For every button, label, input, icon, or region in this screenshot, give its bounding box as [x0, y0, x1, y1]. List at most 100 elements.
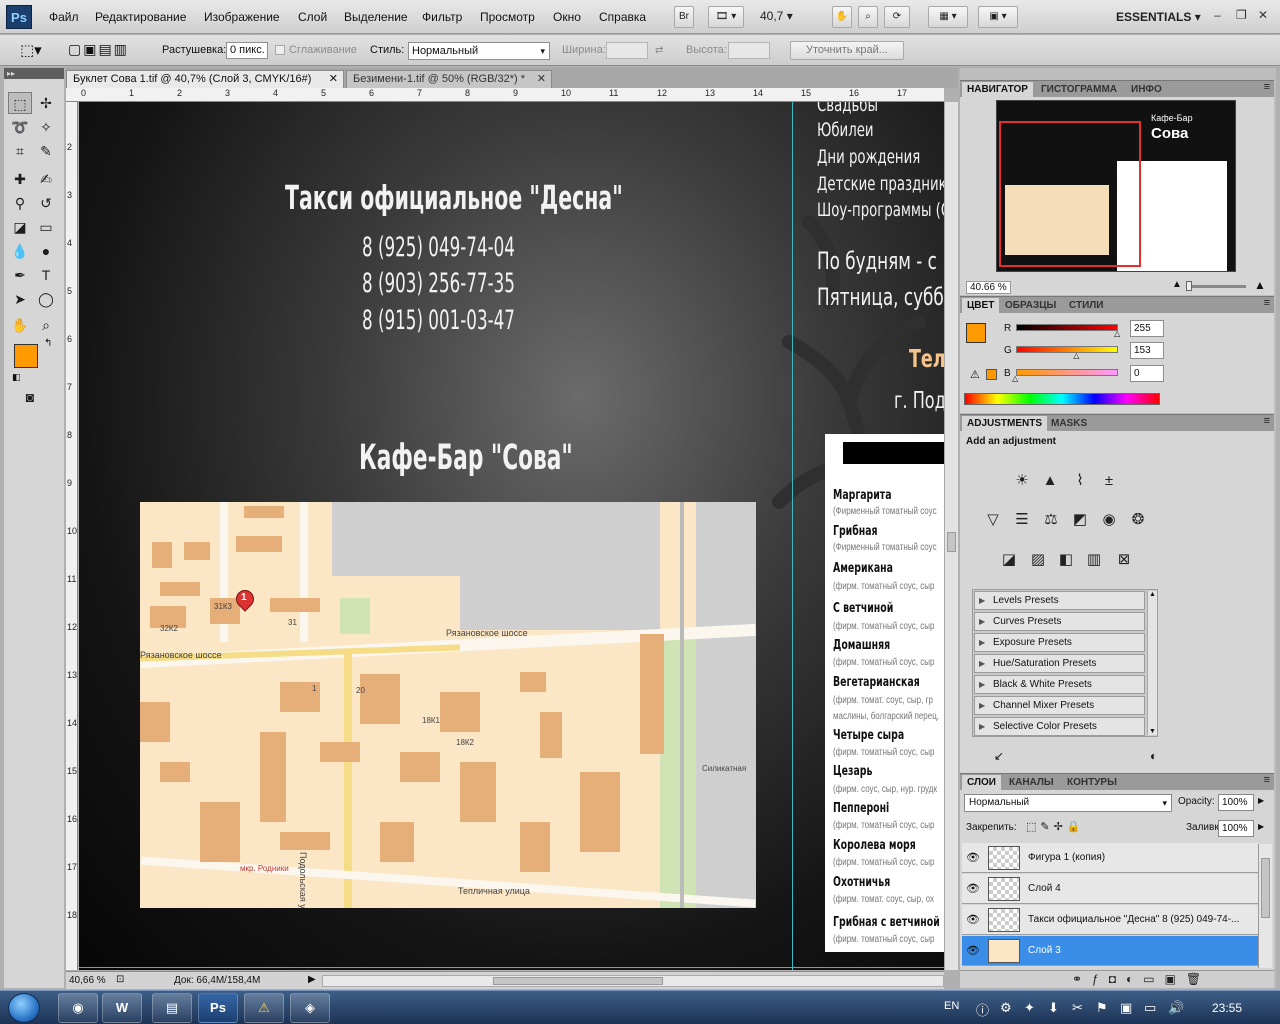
selection-mode-icons[interactable]: ▢▣▤▥: [68, 41, 129, 58]
word-taskbar-icon[interactable]: W: [102, 993, 142, 1023]
exposure-icon[interactable]: ±: [1098, 470, 1120, 492]
green-slider[interactable]: [1016, 346, 1118, 353]
color-foreground-swatch[interactable]: [966, 323, 986, 343]
menu-help[interactable]: Справка: [599, 10, 646, 24]
eye-icon[interactable]: 👁: [966, 944, 980, 957]
workspace-switcher[interactable]: ESSENTIALS ▾: [1116, 10, 1201, 24]
panel-menu-icon[interactable]: ≡: [1264, 774, 1270, 786]
preset-channel-mixer[interactable]: ▶ Channel Mixer Presets: [974, 696, 1145, 715]
preset-levels[interactable]: ▶ Levels Presets: [974, 591, 1145, 610]
preset-black-white[interactable]: ▶ Black & White Presets: [974, 675, 1145, 694]
swap-arrows-icon[interactable]: ⇄: [655, 45, 663, 56]
posterize-icon[interactable]: ▨: [1027, 549, 1049, 571]
windows-start-button[interactable]: [8, 993, 40, 1023]
bridge-button[interactable]: Br: [674, 6, 694, 28]
horizontal-scrollbar[interactable]: [322, 975, 944, 987]
rect-marquee-tool-icon[interactable]: ⬚: [8, 92, 32, 114]
tab-paths[interactable]: КОНТУРЫ: [1062, 775, 1122, 790]
clone-stamp-tool-icon[interactable]: ⚲: [8, 192, 32, 214]
language-indicator[interactable]: EN: [944, 1000, 959, 1012]
tab-color[interactable]: ЦВЕТ: [962, 298, 1000, 313]
photo-filter-icon[interactable]: ◉: [1098, 509, 1120, 531]
dodge-tool-icon[interactable]: ●: [34, 240, 58, 262]
brush-tool-icon[interactable]: ✍: [34, 168, 58, 190]
feather-input[interactable]: 0 пикс.: [226, 42, 268, 59]
vibrance-icon[interactable]: ▽: [982, 509, 1004, 531]
panel-menu-icon[interactable]: ≡: [1264, 81, 1270, 93]
history-brush-tool-icon[interactable]: ↺: [34, 192, 58, 214]
layer-name[interactable]: Фигура 1 (копия): [1028, 852, 1105, 863]
minimize-icon[interactable]: –: [1214, 8, 1221, 22]
download-tray-icon[interactable]: ⬇: [1048, 1000, 1059, 1016]
info-tray-icon[interactable]: ⓘ: [976, 1000, 989, 1019]
screen-tray-icon[interactable]: ▣: [1120, 1000, 1132, 1016]
layers-scrollbar[interactable]: [1258, 844, 1272, 968]
brightness-icon[interactable]: ☀: [1011, 470, 1033, 492]
levels-icon[interactable]: ▲: [1039, 470, 1061, 492]
rotate-view-button[interactable]: ⟳: [884, 6, 910, 28]
eyedropper-tool-icon[interactable]: ✎: [34, 140, 58, 162]
eraser-tool-icon[interactable]: ◪: [8, 216, 32, 238]
menu-select[interactable]: Выделение: [344, 10, 408, 24]
tab-booklet-document[interactable]: Буклет Сова 1.tif @ 40,7% (Слой 3, CMYK/…: [66, 70, 344, 88]
close-icon[interactable]: ✕: [1258, 8, 1268, 22]
blue-slider[interactable]: [1016, 369, 1118, 376]
move-tool-icon[interactable]: ✢: [34, 92, 58, 114]
vertical-scrollbar[interactable]: [944, 102, 958, 970]
tab-masks[interactable]: MASKS: [1046, 416, 1092, 431]
guide-horizontal[interactable]: [79, 967, 944, 968]
zoom-out-icon[interactable]: ▲: [1172, 279, 1182, 290]
lock-icons[interactable]: ⬚✎✢🔒: [1026, 820, 1085, 833]
scrollbar-thumb[interactable]: [1261, 858, 1270, 918]
flag-tray-icon[interactable]: ⚑: [1096, 1000, 1108, 1016]
blue-value[interactable]: 0: [1130, 365, 1164, 382]
style-select[interactable]: Нормальный ▾: [408, 42, 550, 60]
slider-handle[interactable]: △: [1114, 329, 1120, 338]
chrome-taskbar-icon[interactable]: ◉: [58, 993, 98, 1023]
menu-window[interactable]: Окно: [553, 10, 581, 24]
color-spectrum-bar[interactable]: [964, 393, 1160, 405]
monitor-tray-icon[interactable]: ▭: [1144, 1000, 1156, 1016]
tab-untitled-document[interactable]: Безимени-1.tif @ 50% (RGB/32*) * ✕: [346, 70, 552, 88]
tab-adjustments[interactable]: ADJUSTMENTS: [962, 416, 1048, 431]
layer-name[interactable]: Такси официальное "Десна" 8 (925) 049-74…: [1028, 914, 1239, 925]
eye-icon[interactable]: 👁: [966, 851, 980, 864]
marquee-preset-icon[interactable]: ⬚▾: [20, 41, 42, 59]
healing-brush-tool-icon[interactable]: ✚: [8, 168, 32, 190]
fill-arrow-icon[interactable]: ▶: [1258, 822, 1264, 831]
red-value[interactable]: 255: [1130, 320, 1164, 337]
preset-exposure[interactable]: ▶ Exposure Presets: [974, 633, 1145, 652]
layer-actions-icons[interactable]: ⚭ƒ◘◐▭▣🗑: [1072, 972, 1211, 986]
selective-color-icon[interactable]: ⊠: [1113, 549, 1135, 571]
antialias-checkbox[interactable]: [275, 45, 285, 55]
tab-swatches[interactable]: ОБРАЗЦЫ: [1000, 298, 1061, 313]
color-balance-icon[interactable]: ⚖: [1040, 509, 1062, 531]
volume-tray-icon[interactable]: 🔊: [1168, 1000, 1184, 1016]
pen-tool-icon[interactable]: ✒: [8, 264, 32, 286]
scrollbar-thumb[interactable]: [947, 532, 956, 552]
foreground-color-swatch[interactable]: [14, 344, 38, 368]
screen-mode-button[interactable]: ▣ ▾: [978, 6, 1018, 28]
opacity-arrow-icon[interactable]: ▶: [1258, 796, 1264, 805]
quick-mask-icon[interactable]: ◙: [18, 386, 42, 408]
tools-tray-icon[interactable]: ✂: [1072, 1000, 1083, 1016]
arrange-documents-button[interactable]: ▦ ▾: [928, 6, 968, 28]
visibility-toggle-icon[interactable]: ◐: [1150, 749, 1157, 763]
menu-layer[interactable]: Слой: [298, 10, 327, 24]
navigator-view-box[interactable]: [999, 121, 1141, 267]
channel-mixer-icon[interactable]: ❂: [1127, 509, 1149, 531]
zoom-in-icon[interactable]: ▲: [1254, 278, 1266, 292]
default-colors-icon[interactable]: ◧: [12, 372, 21, 383]
eye-icon[interactable]: 👁: [966, 882, 980, 895]
layer-row[interactable]: 👁 Фигура 1 (копия): [962, 843, 1258, 873]
preset-hue-saturation[interactable]: ▶ Hue/Saturation Presets: [974, 654, 1145, 673]
layer-row[interactable]: 👁 Слой 4: [962, 874, 1258, 904]
gamut-color-swatch[interactable]: [986, 369, 997, 380]
preset-selective-color[interactable]: ▶ Selective Color Presets: [974, 717, 1145, 736]
tab-histogram[interactable]: ГИСТОГРАММА: [1036, 82, 1122, 97]
refine-edge-button[interactable]: Уточнить край...: [790, 41, 904, 60]
layer-row[interactable]: 👁 Такси официальное "Десна" 8 (925) 049-…: [962, 905, 1258, 935]
type-tool-icon[interactable]: T: [34, 264, 58, 286]
close-icon[interactable]: ✕: [537, 71, 546, 88]
mini-bridge-button[interactable]: 🎞 ▾: [708, 6, 744, 28]
